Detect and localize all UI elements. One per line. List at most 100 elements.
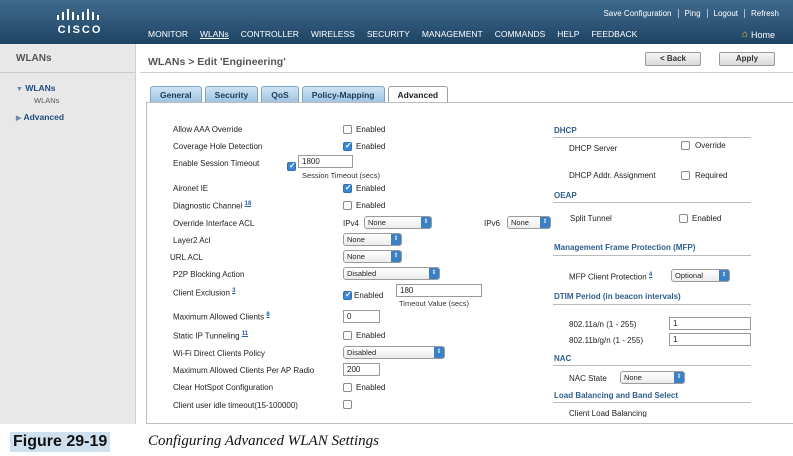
save-configuration-link[interactable]: Save Configuration: [597, 9, 677, 18]
coverage-hole-checkbox[interactable]: [343, 141, 352, 151]
layer2-acl-label: Layer2 Acl: [173, 236, 211, 245]
footnote-link[interactable]: 4: [649, 272, 652, 278]
home-icon: ⌂: [741, 29, 748, 40]
dtim-b-input[interactable]: 1: [669, 333, 751, 346]
footnote-link[interactable]: 18: [245, 201, 252, 207]
allow-aaa-checkbox[interactable]: [343, 125, 352, 134]
footnote-link[interactable]: 3: [232, 288, 235, 294]
aironet-ie-label: Aironet IE: [173, 184, 209, 193]
header-divider: [140, 72, 793, 73]
dhcp-section-title: DHCP: [554, 126, 577, 135]
aironet-ie-checkbox[interactable]: [343, 183, 352, 193]
static-ip-checkbox[interactable]: [343, 331, 352, 340]
nac-state-select[interactable]: None ⇕: [620, 371, 685, 384]
dropdown-arrow-icon: ⇕: [434, 347, 444, 358]
max-per-ap-input[interactable]: 200: [343, 363, 380, 376]
dhcp-required-state: Required: [695, 171, 728, 180]
footnote-link[interactable]: 8: [266, 312, 269, 318]
nav-wlans[interactable]: WLANs: [194, 29, 235, 39]
tab-bar: General Security QoS Policy-Mapping Adva…: [150, 86, 449, 103]
sidebar-item-advanced[interactable]: ▶ Advanced: [16, 112, 64, 122]
cisco-wordmark: CISCO: [57, 24, 103, 36]
dropdown-arrow-icon: ⇕: [540, 217, 550, 228]
clear-hotspot-checkbox[interactable]: [343, 383, 352, 392]
aironet-ie-state: Enabled: [356, 184, 386, 193]
figure-label: Figure 29-19: [10, 432, 111, 452]
override-acl-label: Override Interface ACL: [173, 219, 255, 228]
mfp-section-title: Management Frame Protection (MFP): [554, 243, 696, 252]
nac-section-title: NAC: [554, 354, 572, 363]
tab-qos[interactable]: QoS: [261, 86, 299, 102]
coverage-hole-label: Coverage Hole Detection: [173, 142, 263, 151]
dhcp-required-checkbox[interactable]: [681, 171, 690, 180]
mfp-select[interactable]: Optional ⇕: [671, 269, 730, 282]
coverage-hole-state: Enabled: [356, 142, 386, 151]
exclusion-timeout-unit: Timeout Value (secs): [399, 299, 470, 308]
dtim-section-title: DTIM Period (in beacon intervals): [554, 292, 681, 301]
split-tunnel-checkbox[interactable]: [679, 214, 688, 223]
sidebar-item-label: Advanced: [23, 112, 65, 122]
p2p-blocking-label: P2P Blocking Action: [173, 270, 245, 279]
nav-monitor[interactable]: MONITOR: [142, 29, 194, 39]
dropdown-arrow-icon: ⇕: [674, 372, 684, 383]
dhcp-override-state: Override: [695, 141, 726, 150]
load-balancing-section-title: Load Balancing and Band Select: [554, 391, 679, 400]
tab-security[interactable]: Security: [204, 86, 259, 102]
ping-link[interactable]: Ping: [677, 9, 707, 18]
diagnostic-channel-checkbox[interactable]: [343, 201, 352, 210]
ipv6-acl-select[interactable]: None ⇕: [507, 216, 551, 229]
dropdown-arrow-icon: ⇕: [391, 251, 401, 262]
idle-timeout-checkbox[interactable]: [343, 400, 352, 409]
nav-management[interactable]: MANAGEMENT: [416, 29, 489, 39]
cisco-bars-icon: [57, 9, 99, 20]
dtim-a-input[interactable]: 1: [669, 317, 751, 330]
home-link[interactable]: ⌂ Home: [742, 29, 775, 40]
expanded-arrow-icon: ▼: [16, 86, 23, 93]
p2p-blocking-select[interactable]: Disabled ⇕: [343, 267, 440, 280]
tab-advanced[interactable]: Advanced: [387, 86, 449, 103]
sidebar-item-label: WLANs: [25, 83, 56, 93]
exclusion-timeout-input[interactable]: 180: [396, 284, 482, 297]
section-divider: [553, 137, 751, 138]
nac-state-label: NAC State: [569, 374, 607, 383]
collapsed-arrow-icon: ▶: [16, 115, 22, 122]
nav-security[interactable]: SECURITY: [361, 29, 416, 39]
sidebar-subitem-wlans[interactable]: WLANs: [34, 96, 59, 105]
footnote-link[interactable]: 11: [242, 331, 248, 337]
section-divider: [553, 202, 751, 203]
allow-aaa-label: Allow AAA Override: [173, 125, 243, 134]
client-exclusion-checkbox[interactable]: [343, 290, 352, 300]
dropdown-arrow-icon: ⇕: [391, 234, 401, 245]
session-timeout-input[interactable]: 1800: [298, 155, 353, 168]
breadcrumb: WLANs > Edit 'Engineering': [148, 56, 286, 68]
logout-link[interactable]: Logout: [706, 9, 744, 18]
nav-help[interactable]: HELP: [551, 29, 585, 39]
url-acl-select[interactable]: None ⇕: [343, 250, 402, 263]
section-divider: [553, 402, 751, 403]
dhcp-override-checkbox[interactable]: [681, 141, 690, 150]
idle-timeout-label: Client user idle timeout(15-100000): [173, 401, 298, 410]
nav-commands[interactable]: COMMANDS: [489, 29, 552, 39]
static-ip-label: Static IP Tunneling 11: [173, 331, 249, 341]
home-label: Home: [750, 29, 775, 40]
sidebar-item-wlans[interactable]: ▼ WLANs: [16, 83, 56, 93]
nav-controller[interactable]: CONTROLLER: [235, 29, 305, 39]
nav-wireless[interactable]: WIRELESS: [305, 29, 361, 39]
wifi-direct-select[interactable]: Disabled ⇕: [343, 346, 445, 359]
back-button[interactable]: < Back: [645, 52, 701, 66]
dhcp-server-label: DHCP Server: [569, 144, 618, 153]
refresh-link[interactable]: Refresh: [743, 9, 785, 18]
split-tunnel-label: Split Tunnel: [570, 214, 612, 223]
tab-general[interactable]: General: [150, 86, 202, 102]
nav-feedback[interactable]: FEEDBACK: [585, 29, 643, 39]
layer2-acl-select[interactable]: None ⇕: [343, 233, 402, 246]
tab-policy-mapping[interactable]: Policy-Mapping: [301, 86, 385, 102]
session-timeout-label: Enable Session Timeout: [173, 159, 260, 168]
dropdown-arrow-icon: ⇕: [421, 217, 431, 228]
max-clients-input[interactable]: 0: [343, 310, 380, 323]
diagnostic-channel-state: Enabled: [356, 201, 386, 210]
ipv4-acl-select[interactable]: None ⇕: [364, 216, 432, 229]
session-timeout-checkbox[interactable]: [287, 161, 296, 171]
apply-button[interactable]: Apply: [719, 52, 775, 66]
sidebar: WLANs ▼ WLANs WLANs ▶ Advanced: [0, 44, 136, 424]
